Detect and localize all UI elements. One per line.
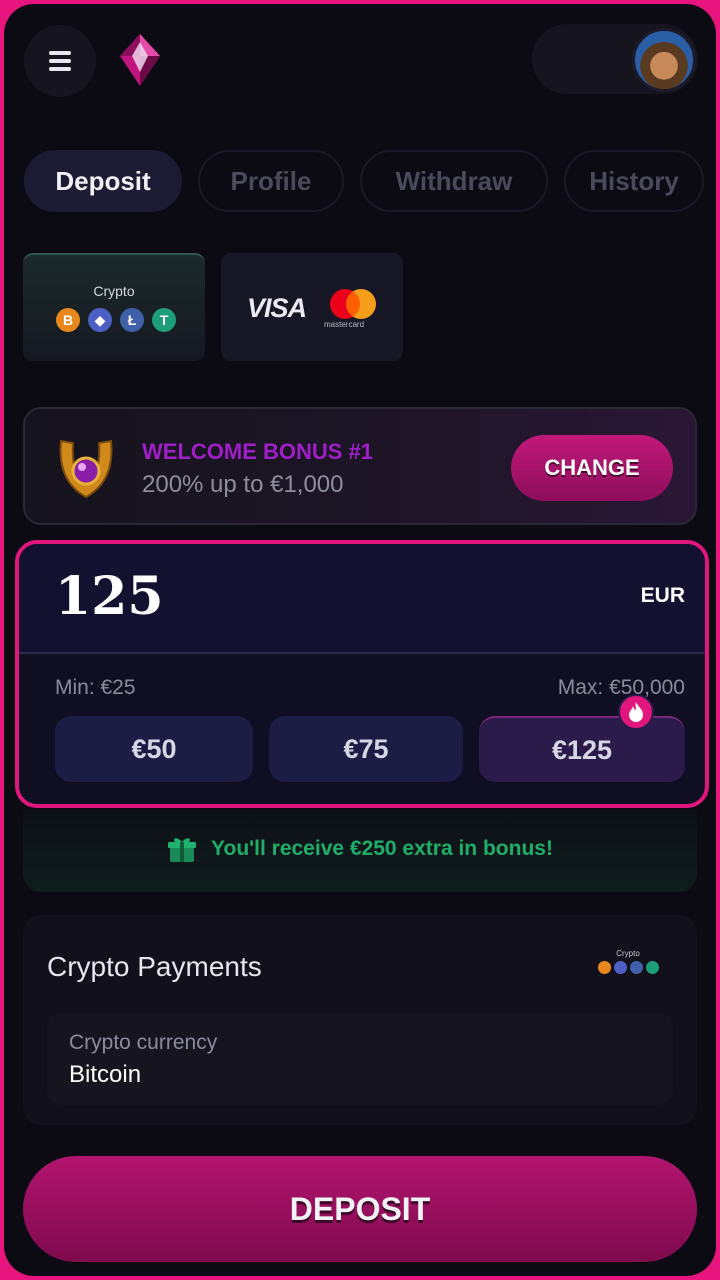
mastercard-icon	[330, 289, 376, 319]
tab-history[interactable]: History	[564, 150, 704, 212]
crypto-coins: B ◆ Ł T	[56, 308, 176, 332]
currency-label: EUR	[640, 584, 685, 607]
mastercard-label: mastercard	[324, 320, 365, 329]
bonus-title: WELCOME BONUS #1	[142, 439, 374, 464]
gift-icon	[168, 838, 197, 862]
crypto-currency-value: Bitcoin	[69, 1061, 142, 1088]
menu-button[interactable]	[24, 25, 96, 97]
change-bonus-button[interactable]: CHANGE	[511, 435, 673, 501]
visa-logo: VISA	[247, 293, 307, 323]
ethereum-icon: ◆	[88, 308, 112, 332]
deposit-button[interactable]: DEPOSIT	[23, 1156, 697, 1262]
quick-amount-50[interactable]: €50	[55, 716, 253, 782]
crypto-badge-coins	[593, 961, 663, 974]
bonus-note-text: You'll receive €250 extra in bonus!	[211, 837, 553, 860]
tether-icon: T	[152, 308, 176, 332]
welcome-bonus-banner: WELCOME BONUS #1 200% up to €1,000 CHANG…	[23, 407, 697, 525]
tab-profile[interactable]: Profile	[198, 150, 344, 212]
tab-deposit[interactable]: Deposit	[24, 150, 182, 212]
payment-method-card[interactable]: VISA mastercard	[221, 253, 403, 361]
amount-card: 125 EUR Min: €25 Max: €50,000 €50 €75 €1…	[15, 540, 709, 808]
crypto-currency-select[interactable]: Crypto currency Bitcoin	[47, 1013, 673, 1105]
gem-logo[interactable]	[118, 32, 162, 88]
crypto-method-label: Crypto	[93, 283, 135, 299]
hamburger-icon	[49, 51, 71, 71]
crypto-badge-label: Crypto	[616, 949, 640, 958]
amount-value[interactable]: 125	[55, 566, 164, 627]
crypto-badge: Crypto	[593, 949, 663, 974]
payment-method-crypto[interactable]: Crypto B ◆ Ł T	[23, 253, 205, 361]
crypto-payments-title: Crypto Payments	[47, 951, 262, 982]
quick-amount-125[interactable]: €125	[479, 716, 685, 782]
tab-withdraw[interactable]: Withdraw	[360, 150, 548, 212]
avatar[interactable]	[632, 28, 696, 92]
bonus-note-box: You'll receive €250 extra in bonus!	[23, 810, 697, 892]
crypto-currency-label: Crypto currency	[69, 1031, 218, 1054]
crypto-payments-section: Crypto Payments Crypto Crypto currency B…	[23, 915, 697, 1125]
bitcoin-icon: B	[56, 308, 80, 332]
app-frame: Deposit Profile Withdraw History Crypto …	[4, 4, 716, 1276]
amount-input[interactable]: 125 EUR	[19, 544, 705, 654]
bonus-subtitle: 200% up to €1,000	[142, 471, 344, 498]
fire-icon	[618, 694, 654, 730]
tab-bar: Deposit Profile Withdraw History	[24, 150, 704, 212]
litecoin-icon: Ł	[120, 308, 144, 332]
min-amount: Min: €25	[55, 676, 136, 699]
max-amount: Max: €50,000	[557, 676, 685, 699]
quick-amount-75[interactable]: €75	[269, 716, 463, 782]
horseshoe-icon	[59, 439, 113, 499]
